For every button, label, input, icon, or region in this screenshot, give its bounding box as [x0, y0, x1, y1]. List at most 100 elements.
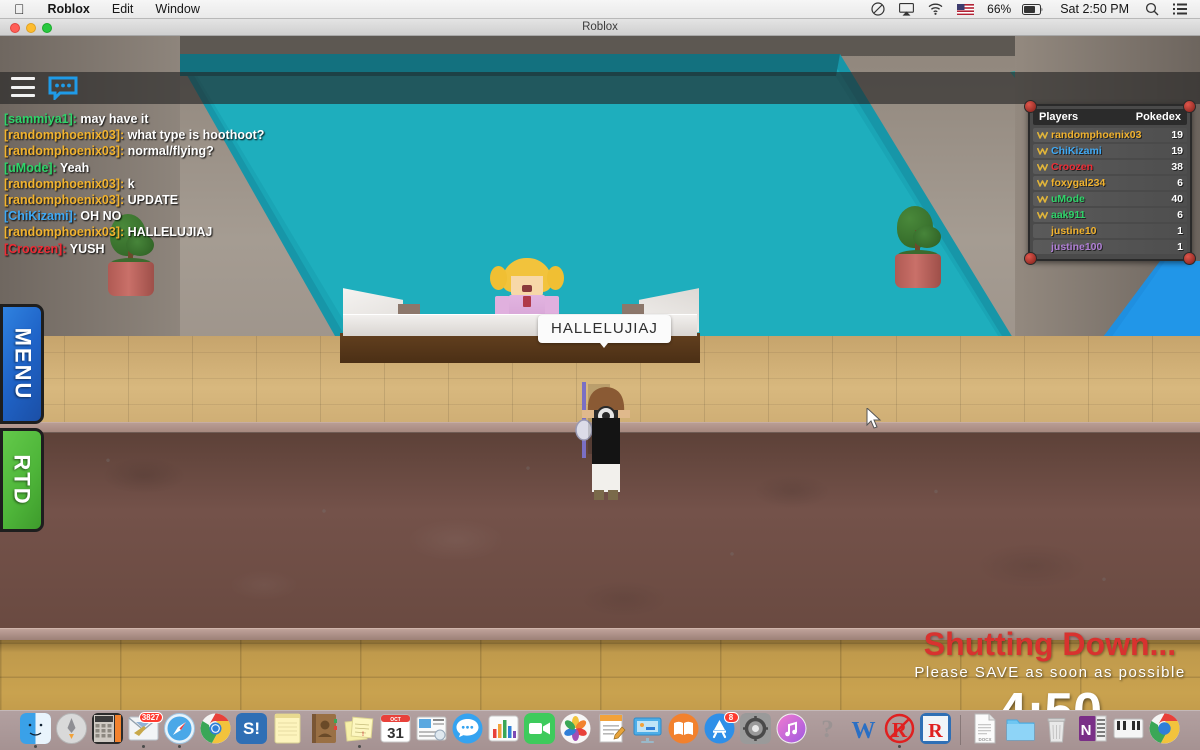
player-score: 40	[1171, 193, 1183, 205]
dock-item-microsoft-word[interactable]: W	[847, 713, 881, 749]
screen-root:  Roblox Edit Window 66% Sat 2:50 PM	[0, 0, 1200, 750]
battery-icon[interactable]	[1015, 0, 1051, 19]
dock-item-messages[interactable]	[451, 713, 485, 749]
player-list-header: Players Pokedex	[1033, 109, 1187, 125]
dock-item-pages[interactable]	[595, 713, 629, 749]
apple-logo-icon[interactable]: 	[0, 1, 37, 18]
player-list-row[interactable]: aak911 6	[1033, 208, 1187, 222]
chat-author: [uMode]:	[4, 160, 57, 175]
dock-separator	[959, 715, 961, 745]
dock-item-app-store[interactable]: 8	[703, 712, 739, 749]
dock-item-calendar[interactable]: OCT 31	[379, 713, 413, 749]
chat-author: [randomphoenix03]:	[4, 144, 125, 159]
menu-item-window[interactable]: Window	[144, 0, 210, 19]
dock-item-news[interactable]	[415, 713, 449, 749]
chat-message: [uMode]: Yeah	[4, 160, 334, 176]
dock-item-onenote[interactable]: N	[1076, 713, 1110, 749]
dock-item-facetime[interactable]	[523, 713, 557, 749]
hamburger-menu-icon[interactable]	[11, 77, 35, 97]
menu-item-edit[interactable]: Edit	[101, 0, 145, 19]
player-rank-badge-icon	[1036, 211, 1049, 220]
dock-item-photos[interactable]	[559, 713, 593, 749]
player-list-row[interactable]: justine10 1	[1033, 224, 1187, 238]
plant-pot	[108, 262, 154, 296]
panel-bolt-bottom-right	[1183, 252, 1196, 265]
chat-author: [randomphoenix03]:	[4, 225, 125, 240]
menu-bar-clock[interactable]: Sat 2:50 PM	[1051, 2, 1138, 16]
wifi-icon[interactable]	[921, 0, 950, 19]
menu-bar-left:  Roblox Edit Window	[0, 0, 211, 19]
player-list-header-pokedex[interactable]: Pokedex	[1136, 111, 1181, 123]
dock-item-chrome-canary[interactable]	[1148, 713, 1182, 749]
player-score: 6	[1177, 177, 1183, 189]
player-avatar[interactable]	[562, 376, 642, 508]
dock-item-chrome[interactable]	[199, 713, 233, 749]
dock-item-roblox-player[interactable]: R	[883, 713, 917, 749]
mac-dock: 3827 S!! OCT 31 8? W R R DOCX N	[0, 710, 1200, 750]
player-score: 19	[1171, 129, 1183, 141]
dock-item-calculator[interactable]	[91, 713, 125, 749]
dock-item-contacts[interactable]	[307, 713, 341, 749]
player-list-row[interactable]: ChiKizami 19	[1033, 144, 1187, 158]
do-not-disturb-icon[interactable]	[864, 0, 892, 19]
us-flag-icon[interactable]	[950, 0, 981, 19]
svg-text:R: R	[892, 718, 908, 742]
dock-item-help[interactable]: ?	[811, 713, 845, 749]
player-list-row[interactable]: justine100 1	[1033, 240, 1187, 254]
dock-item-safari[interactable]	[163, 713, 197, 749]
airplay-icon[interactable]	[892, 0, 921, 19]
facetime-icon	[524, 713, 555, 744]
chrome-canary-icon	[1149, 713, 1180, 744]
game-viewport[interactable]: HALLELUJIAJ [sammiya1]: may have it [ran…	[0, 36, 1200, 710]
dock-item-numbers[interactable]	[487, 713, 521, 749]
dock-item-keynote[interactable]	[631, 713, 665, 749]
dock-item-document-file[interactable]: DOCX	[968, 713, 1002, 749]
dock-item-downloads-folder[interactable]	[1004, 713, 1038, 749]
chat-bubble-icon[interactable]	[48, 76, 78, 102]
player-score: 19	[1171, 145, 1183, 157]
svg-text:R: R	[928, 720, 943, 742]
player-name: uMode	[1051, 193, 1085, 205]
dock-item-roblox-studio[interactable]: R	[919, 713, 953, 749]
player-score: 6	[1177, 209, 1183, 221]
sidebar-item-rtd[interactable]: RTD	[0, 428, 44, 532]
dock-running-indicator	[142, 745, 145, 748]
chat-message: [randomphoenix03]: k	[4, 176, 334, 192]
dock-item-system-preferences[interactable]	[739, 713, 773, 749]
dock-item-stickies[interactable]: !	[343, 713, 377, 749]
player-list-row[interactable]: uMode 40	[1033, 192, 1187, 206]
chat-author: [sammiya1]:	[4, 112, 77, 126]
player-list-row[interactable]: randomphoenix03 19	[1033, 128, 1187, 142]
player-rank-badge-icon	[1036, 131, 1049, 140]
dock-item-trash[interactable]	[1040, 713, 1074, 749]
dock-item-ibooks[interactable]	[667, 713, 701, 749]
dock-item-sublime-text[interactable]: S!	[235, 713, 269, 749]
stickies-icon: !	[344, 713, 375, 744]
player-list-panel[interactable]: Players Pokedex randomphoenix03 19 ChiKiza…	[1024, 100, 1196, 265]
notes-icon	[272, 713, 303, 744]
dock-item-itunes[interactable]	[775, 713, 809, 749]
menu-item-roblox[interactable]: Roblox	[37, 0, 101, 19]
messages-icon	[452, 713, 483, 744]
dock-item-finder[interactable]	[19, 713, 53, 749]
player-list-row[interactable]: foxygal234 6	[1033, 176, 1187, 190]
player-list-row[interactable]: Croozen 38	[1033, 160, 1187, 174]
trash-icon	[1041, 713, 1072, 744]
sidebar-item-menu[interactable]: MENU	[0, 304, 44, 424]
chat-message: [randomphoenix03]: UPDATE	[4, 192, 334, 208]
dock-item-notes[interactable]	[271, 713, 305, 749]
dock-item-mail[interactable]: 3827	[127, 712, 163, 749]
player-rank-badge-icon	[1036, 179, 1049, 188]
player-name: aak911	[1051, 209, 1086, 221]
dock-item-keyboard-app[interactable]	[1112, 713, 1146, 749]
player-name: justine100	[1051, 241, 1103, 253]
window-title-bar: Roblox	[0, 19, 1200, 36]
notification-center-icon[interactable]	[1166, 0, 1194, 19]
dock-item-launchpad[interactable]	[55, 713, 89, 749]
dock-running-indicator	[34, 745, 37, 748]
player-list-rows: randomphoenix03 19 ChiKizami 19 Croozen 38 fox…	[1033, 128, 1187, 254]
search-icon[interactable]	[1138, 0, 1166, 19]
shutdown-subtitle: Please SAVE as soon as possible	[914, 664, 1186, 681]
chat-message: [sammiya1]: may have it	[4, 111, 334, 127]
npc-shopkeeper-avatar[interactable]	[490, 258, 564, 322]
